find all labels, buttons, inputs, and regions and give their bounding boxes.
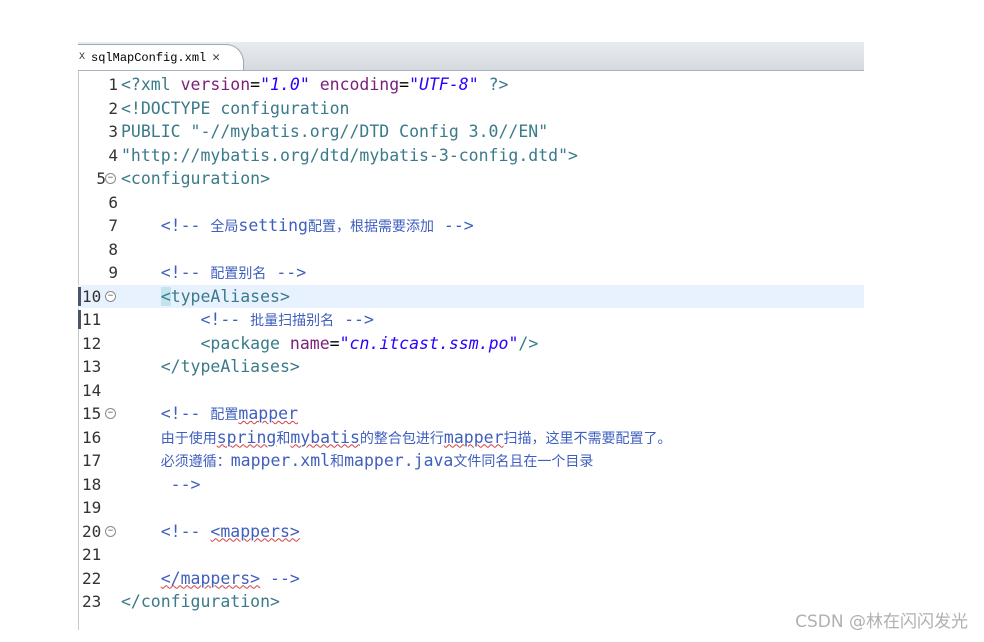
fold-collapse-icon[interactable]: − bbox=[105, 173, 116, 184]
code-line[interactable]: 11 <!-- 批量扫描别名 --> bbox=[78, 308, 864, 332]
line-number: 4 bbox=[108, 145, 118, 165]
line-number: 15 bbox=[82, 404, 102, 423]
code-line[interactable]: 7 <!-- 全局setting配置，根据需要添加 --> bbox=[78, 214, 864, 238]
selection-marker bbox=[78, 286, 81, 306]
code-line[interactable]: 20 − <!-- <mappers> bbox=[78, 520, 864, 544]
code-line[interactable]: 8 bbox=[78, 238, 864, 262]
line-number: 1 bbox=[108, 75, 118, 94]
line-number: 16 bbox=[82, 427, 102, 447]
close-icon[interactable]: ✕ bbox=[212, 50, 220, 65]
code-line[interactable]: 18 --> bbox=[78, 473, 864, 497]
editor-tab-bar: X sqlMapConfig.xml ✕ bbox=[78, 42, 864, 71]
code-line[interactable]: 9 <!-- 配置别名 --> bbox=[78, 261, 864, 285]
code-line[interactable]: 22 </mappers> --> bbox=[78, 567, 864, 591]
code-line[interactable]: 3 PUBLIC "-//mybatis.org//DTD Config 3.0… bbox=[78, 120, 864, 144]
line-number: 19 bbox=[82, 498, 102, 517]
tab-filename: sqlMapConfig.xml bbox=[91, 50, 207, 65]
code-line[interactable]: 1 <?xml version="1.0" encoding="UTF-8" ?… bbox=[78, 73, 864, 97]
line-number: 21 bbox=[82, 545, 102, 564]
tab-sqlmapconfig[interactable]: X sqlMapConfig.xml ✕ bbox=[78, 44, 244, 70]
code-line[interactable]: 12 <package name="cn.itcast.ssm.po"/> bbox=[78, 332, 864, 356]
code-line[interactable]: 17 必须遵循：mapper.xml和mapper.java文件同名且在一个目录 bbox=[78, 449, 864, 473]
line-number: 8 bbox=[108, 239, 118, 259]
fold-collapse-icon[interactable]: − bbox=[105, 290, 116, 302]
code-line[interactable]: 2 <!DOCTYPE configuration bbox=[78, 97, 864, 121]
line-number: 14 bbox=[82, 380, 102, 400]
code-line[interactable]: 5 − <configuration> bbox=[78, 167, 864, 191]
line-number: 3 bbox=[108, 122, 118, 141]
code-line[interactable]: 13 </typeAliases> bbox=[78, 355, 864, 379]
code-line[interactable]: 21 bbox=[78, 543, 864, 567]
line-number: 13 bbox=[82, 357, 102, 376]
code-line[interactable]: 15 − <!-- 配置mapper bbox=[78, 402, 864, 426]
code-line[interactable]: 19 bbox=[78, 496, 864, 520]
line-number: 7 bbox=[108, 216, 118, 235]
code-line-current[interactable]: 10 − <typeAliases> bbox=[78, 284, 864, 308]
line-number: 11 bbox=[82, 310, 102, 329]
code-line[interactable]: 4 "http://mybatis.org/dtd/mybatis-3-conf… bbox=[78, 144, 864, 168]
line-number: 10 bbox=[82, 286, 102, 306]
line-number: 5 bbox=[96, 169, 106, 188]
line-number: 22 bbox=[82, 568, 102, 588]
fold-collapse-icon[interactable]: − bbox=[105, 408, 116, 419]
xml-file-icon: X bbox=[79, 52, 86, 63]
selection-marker bbox=[78, 310, 81, 329]
line-number: 2 bbox=[108, 98, 118, 118]
xml-editor: X sqlMapConfig.xml ✕ 1 <?xml version="1.… bbox=[78, 42, 864, 630]
code-line[interactable]: 23 </configuration> bbox=[78, 590, 864, 614]
fold-collapse-icon[interactable]: − bbox=[105, 525, 116, 537]
code-line[interactable]: 14 bbox=[78, 379, 864, 403]
watermark: CSDN @林在闪闪发光 bbox=[795, 612, 968, 632]
code-line[interactable]: 6 bbox=[78, 191, 864, 215]
code-line[interactable]: 16 由于使用spring和mybatis的整合包进行mapper扫描，这里不需… bbox=[78, 426, 864, 450]
line-number: 12 bbox=[82, 333, 102, 353]
line-number: 20 bbox=[82, 521, 102, 541]
line-number: 23 bbox=[82, 592, 102, 611]
line-number: 6 bbox=[108, 192, 118, 212]
line-number: 9 bbox=[108, 263, 118, 282]
line-number: 17 bbox=[82, 451, 102, 470]
code-area[interactable]: 1 <?xml version="1.0" encoding="UTF-8" ?… bbox=[78, 73, 864, 614]
line-number: 18 bbox=[82, 474, 102, 494]
